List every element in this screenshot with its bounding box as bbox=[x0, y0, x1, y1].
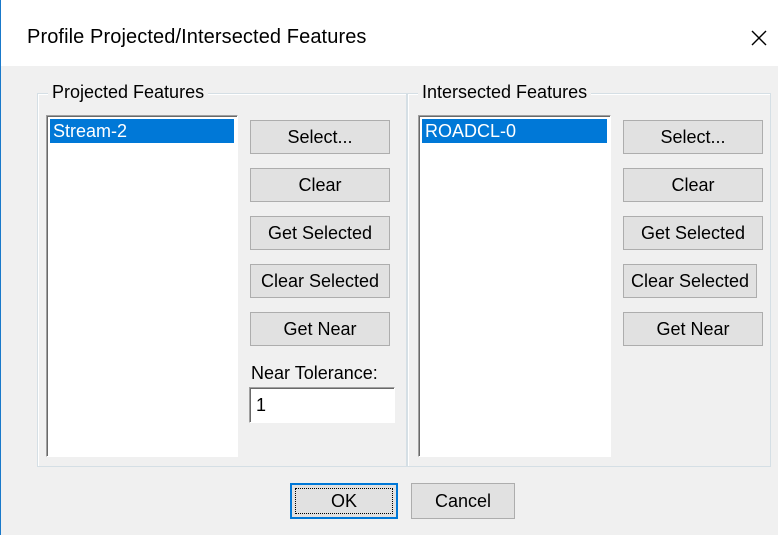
window-title: Profile Projected/Intersected Features bbox=[27, 26, 367, 48]
intersected-clear-button[interactable]: Clear bbox=[623, 168, 763, 202]
close-button[interactable] bbox=[739, 18, 778, 58]
intersected-get-near-button[interactable]: Get Near bbox=[623, 312, 763, 346]
intersected-clear-selected-button[interactable]: Clear Selected bbox=[623, 264, 757, 298]
projected-features-list[interactable]: Stream-2 bbox=[46, 115, 238, 457]
projected-clear-selected-button[interactable]: Clear Selected bbox=[250, 264, 390, 298]
intersected-get-selected-button[interactable]: Get Selected bbox=[623, 216, 763, 250]
projected-clear-button[interactable]: Clear bbox=[250, 168, 390, 202]
list-item-stream-2[interactable]: Stream-2 bbox=[50, 119, 234, 143]
projected-select-button[interactable]: Select... bbox=[250, 120, 390, 154]
projected-features-label: Projected Features bbox=[48, 82, 209, 103]
intersected-select-button[interactable]: Select... bbox=[623, 120, 763, 154]
list-item-roadcl-0[interactable]: ROADCL-0 bbox=[422, 119, 607, 143]
title-bar[interactable]: Profile Projected/Intersected Features bbox=[1, 0, 778, 66]
near-tolerance-label: Near Tolerance: bbox=[251, 363, 378, 383]
ok-button[interactable]: OK bbox=[290, 483, 398, 519]
near-tolerance-input[interactable] bbox=[249, 387, 395, 423]
intersected-features-list[interactable]: ROADCL-0 bbox=[418, 115, 611, 457]
projected-get-near-button[interactable]: Get Near bbox=[250, 312, 390, 346]
intersected-features-label: Intersected Features bbox=[418, 82, 592, 103]
close-icon bbox=[751, 30, 767, 46]
dialog-window: Profile Projected/Intersected Features P… bbox=[0, 0, 778, 535]
cancel-button[interactable]: Cancel bbox=[411, 483, 515, 519]
projected-get-selected-button[interactable]: Get Selected bbox=[250, 216, 390, 250]
